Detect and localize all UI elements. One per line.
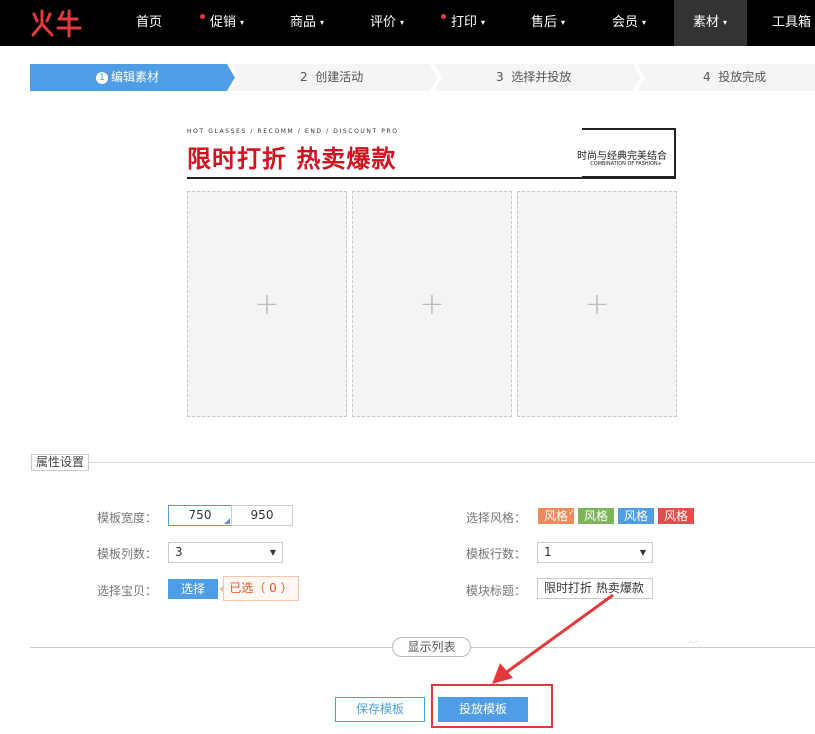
pick-items-label: 选择宝贝： — [97, 584, 158, 598]
annotation-arrow-icon — [492, 593, 614, 684]
step-number: 4 — [703, 70, 711, 84]
banner-underline — [187, 177, 676, 179]
banner-title: 限时打折 热卖爆款 — [187, 145, 397, 173]
nav-item-goods[interactable]: 商品 ▾ — [290, 0, 324, 46]
section-title: 属性设置 — [31, 454, 90, 471]
style-option-label: 风格 — [663, 509, 688, 523]
nav-item-label: 商品 — [290, 15, 317, 30]
nav-item-member[interactable]: 会员 ▾ — [612, 0, 646, 46]
nav-item-label: 工具箱 — [772, 15, 812, 30]
page-root: 首页 促销 ▾ 商品 ▾ 评价 ▾ 打印 ▾ 售后 ▾ 会员 ▾ 素材 ▾ 工具箱 1 编辑素材… — [0, 0, 815, 734]
chevron-down-icon: ▾ — [642, 18, 647, 27]
chevron-down-icon: ▾ — [400, 18, 405, 27]
rows-label: 模板行数： — [466, 547, 527, 561]
section-divider — [30, 462, 815, 463]
chevron-down-icon: ▾ — [320, 18, 325, 27]
plus-icon: + — [254, 287, 280, 322]
banner-small-text: HOT GLASSES / RECOMM / END / DISCOUNT PR… — [187, 128, 399, 135]
chevron-down-icon: ▾ — [723, 18, 728, 27]
step-create-activity[interactable]: 2 创建活动 — [300, 64, 363, 91]
step-number: 3 — [496, 70, 504, 84]
template-banner: HOT GLASSES / RECOMM / END / DISCOUNT PR… — [187, 128, 676, 180]
style-option-orange[interactable]: 风格 ✓ — [538, 508, 575, 524]
step-number: 1 — [96, 72, 108, 84]
nav-item-review[interactable]: 评价 ▾ — [370, 0, 404, 46]
nav-item-label: 打印 — [451, 15, 478, 30]
banner-subtitle-en: COMBINATION OF FASHION+ — [590, 161, 662, 167]
nav-item-label: 首页 — [136, 15, 163, 30]
style-option-label: 风格 — [623, 509, 648, 523]
nav-dot-promo — [200, 14, 205, 19]
width-label: 模板宽度： — [97, 511, 158, 525]
plus-icon: + — [419, 287, 445, 322]
nav-item-toolbox[interactable]: 工具箱 — [772, 0, 811, 46]
style-option-blue[interactable]: 风格 — [618, 508, 654, 524]
nav-item-promo[interactable]: 促销 ▾ — [210, 0, 244, 46]
nav-item-print[interactable]: 打印 ▾ — [451, 0, 485, 46]
nav-item-material[interactable]: 素材 ▾ — [674, 0, 747, 46]
nav-item-label: 评价 — [370, 15, 397, 30]
selected-count-badge: 已选（ 0 ） — [219, 576, 299, 601]
selected-corner-icon — [224, 518, 230, 524]
step-label: 投放完成 — [718, 70, 767, 84]
nav-item-label: 售后 — [531, 15, 558, 30]
step-label: 选择并投放 — [511, 70, 572, 84]
step-label: 编辑素材 — [111, 70, 160, 84]
chevron-icon: ^^ — [686, 640, 701, 651]
top-nav: 首页 促销 ▾ 商品 ▾ 评价 ▾ 打印 ▾ 售后 ▾ 会员 ▾ 素材 ▾ 工具箱 — [0, 0, 815, 46]
step-number: 2 — [300, 70, 308, 84]
rows-value: 1 — [544, 545, 552, 559]
width-option-950[interactable]: 950 — [231, 505, 293, 526]
nav-item-label: 素材 — [693, 15, 720, 30]
nav-item-label: 促销 — [210, 15, 237, 30]
rows-select[interactable]: 1 ▼ — [537, 542, 653, 563]
huoniu-logo-icon[interactable] — [30, 8, 84, 38]
product-slot[interactable]: + — [187, 191, 347, 417]
product-slot[interactable]: + — [517, 191, 677, 417]
nav-item-aftersale[interactable]: 售后 ▾ — [531, 0, 565, 46]
nav-item-home[interactable]: 首页 — [136, 0, 162, 46]
select-items-button[interactable]: 选择 — [168, 579, 218, 599]
save-template-button[interactable]: 保存模板 — [335, 697, 425, 722]
style-option-label: 风格 — [583, 509, 608, 523]
step-publish-done[interactable]: 4 投放完成 — [703, 64, 766, 91]
nav-item-label: 会员 — [612, 15, 639, 30]
show-list-button[interactable]: 显示列表 — [392, 637, 471, 657]
style-label: 选择风格： — [466, 511, 527, 525]
columns-select[interactable]: 3 ▼ — [168, 542, 283, 563]
step-edit-material[interactable]: 1 编辑素材 — [96, 64, 159, 91]
columns-value: 3 — [175, 545, 183, 559]
style-option-green[interactable]: 风格 — [578, 508, 614, 524]
step-select-publish[interactable]: 3 选择并投放 — [496, 64, 571, 91]
chevron-down-icon: ▾ — [481, 18, 486, 27]
width-option-label: 950 — [250, 508, 274, 522]
chevron-down-icon: ▾ — [240, 18, 245, 27]
step-label: 创建活动 — [315, 70, 364, 84]
width-option-label: 750 — [188, 508, 212, 522]
banner-subtitle: 时尚与经典完美结合 — [577, 151, 667, 162]
style-option-red[interactable]: 风格 — [658, 508, 694, 524]
style-option-label: 风格 — [543, 509, 568, 523]
nav-dot-print — [441, 14, 446, 19]
chevron-down-icon: ▾ — [561, 18, 566, 27]
step-progress: 1 编辑素材 2 创建活动 3 选择并投放 4 投放完成 — [30, 64, 815, 91]
product-slot[interactable]: + — [352, 191, 512, 417]
dropdown-arrow-icon: ▼ — [639, 548, 646, 557]
width-option-750[interactable]: 750 — [168, 505, 232, 526]
columns-label: 模板列数： — [97, 547, 158, 561]
check-icon: ✓ — [568, 508, 575, 517]
plus-icon: + — [584, 287, 610, 322]
dropdown-arrow-icon: ▼ — [269, 548, 276, 557]
